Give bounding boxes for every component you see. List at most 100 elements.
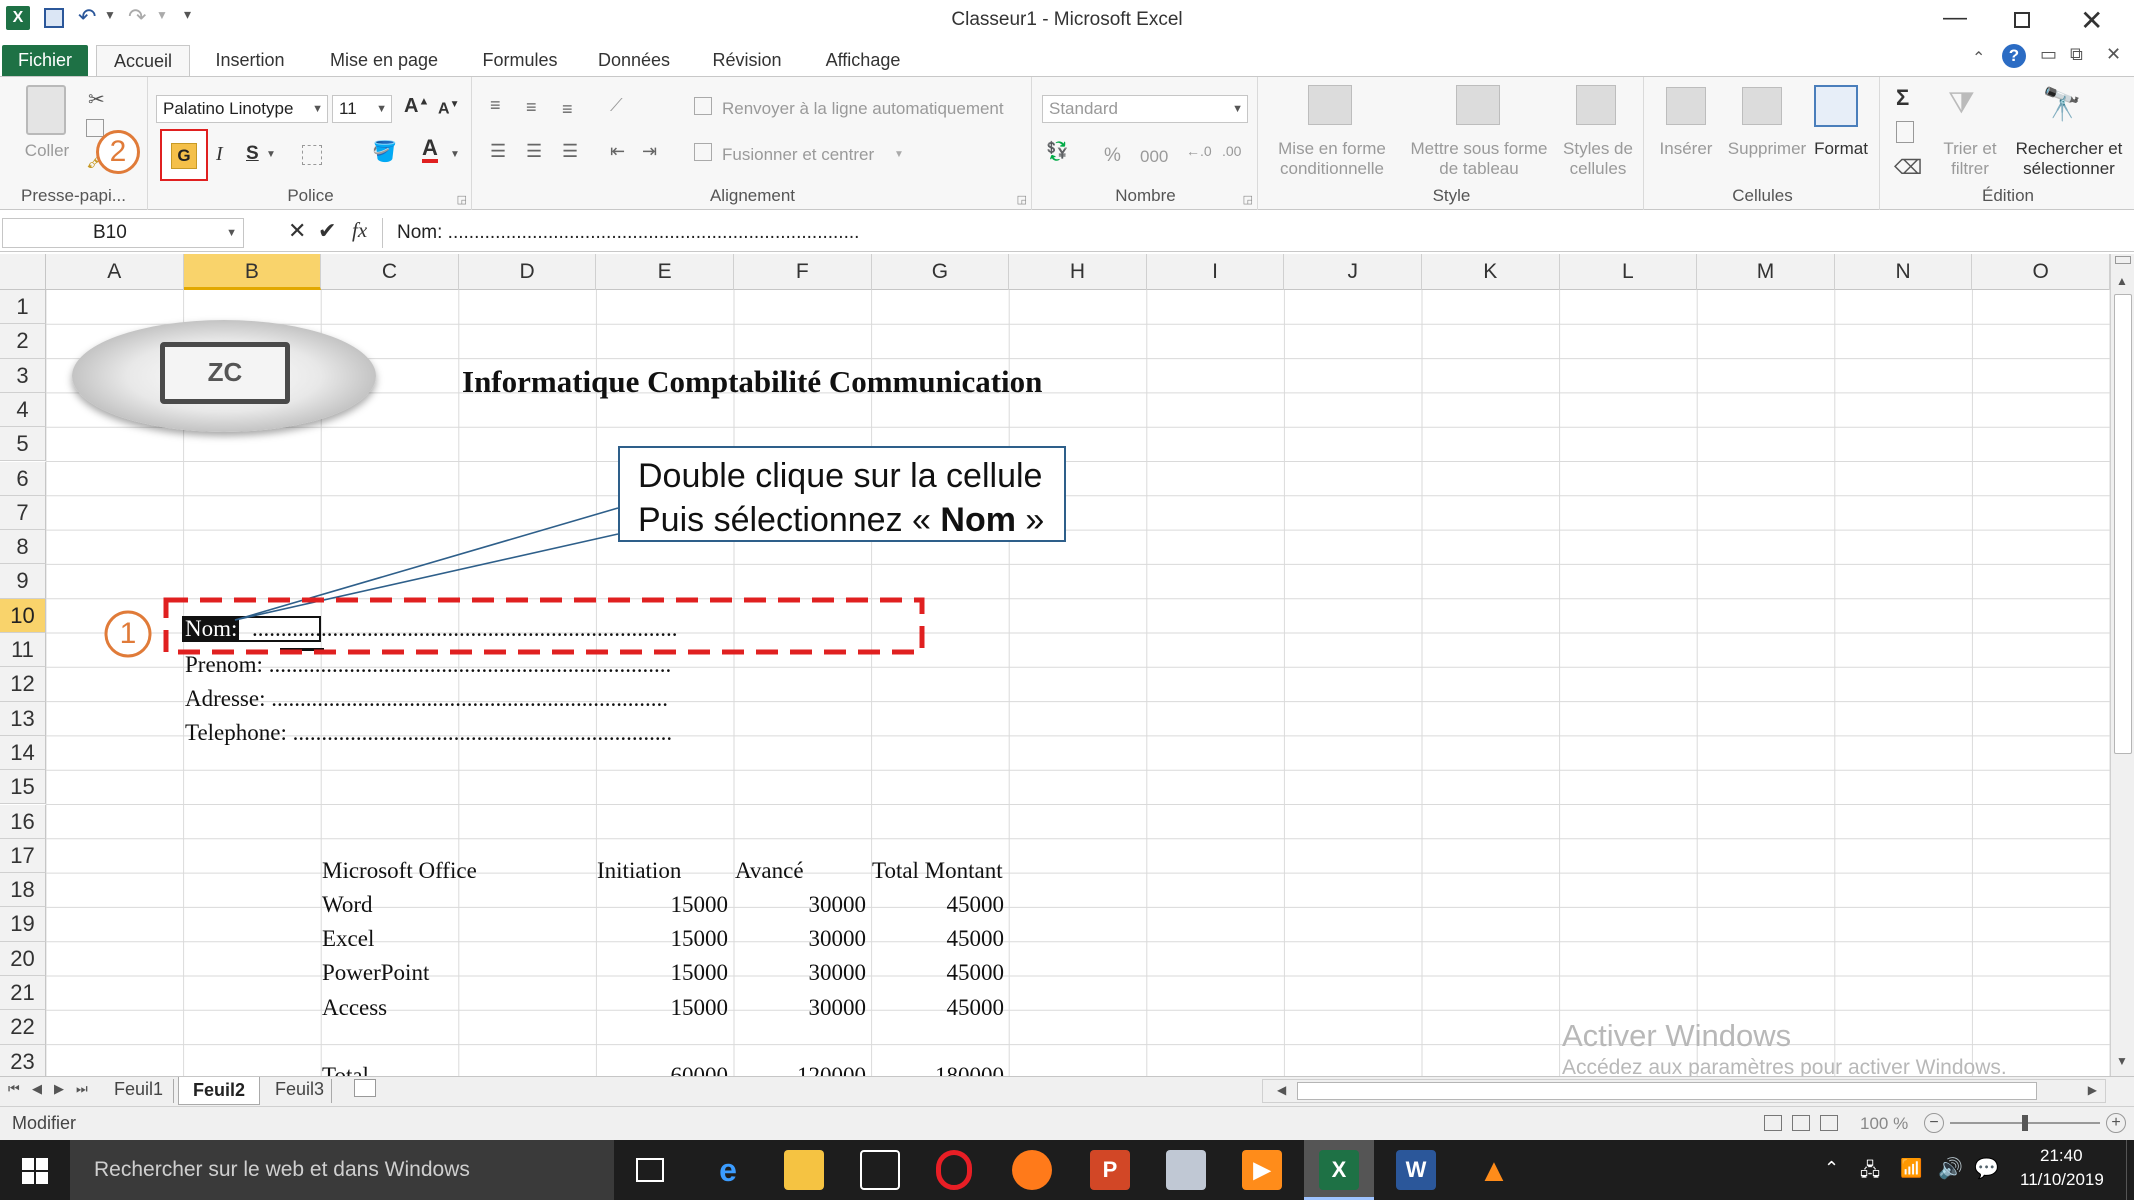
- percent-button[interactable]: %: [1104, 145, 1121, 167]
- last-sheet-icon[interactable]: ⏭: [76, 1081, 88, 1097]
- page-layout-view-icon[interactable]: [1792, 1115, 1810, 1131]
- vlc-icon[interactable]: ▲: [1474, 1150, 1514, 1190]
- merge-center-button[interactable]: Fusionner et centrer: [722, 145, 874, 165]
- network-icon[interactable]: 🖧: [1860, 1158, 1880, 1188]
- scroll-thumb[interactable]: [2114, 294, 2132, 754]
- shrink-font-icon[interactable]: A▼: [438, 99, 459, 118]
- wrap-text-button[interactable]: Renvoyer à la ligne automatiquement: [722, 99, 1004, 119]
- find-select-button[interactable]: Rechercher et sélectionner: [2004, 139, 2134, 179]
- edge-icon[interactable]: e: [708, 1150, 748, 1190]
- horizontal-scrollbar[interactable]: ◀ ▶: [1262, 1079, 2106, 1103]
- font-color-icon[interactable]: A: [422, 137, 438, 163]
- format-cells-button[interactable]: Format: [1806, 139, 1876, 159]
- zoom-slider[interactable]: [1950, 1115, 2100, 1131]
- font-name-dropdown-icon[interactable]: ▼: [312, 96, 323, 122]
- number-format-dropdown-icon[interactable]: ▼: [1232, 96, 1243, 122]
- worksheet-grid[interactable]: 1 2 3 4 5 6 7 8 9 10 11 12 13 14 15 16 17 18 19 20 21 22 23 ZC…: [0, 290, 2110, 1076]
- insert-function-icon[interactable]: fx: [352, 218, 367, 243]
- paste-button[interactable]: Coller: [12, 141, 82, 161]
- fill-color-icon[interactable]: 🪣: [372, 139, 397, 164]
- start-icon[interactable]: [22, 1158, 48, 1184]
- column-header-g[interactable]: G: [872, 254, 1010, 290]
- column-header-o[interactable]: O: [1972, 254, 2110, 290]
- notifications-icon[interactable]: 💬: [1974, 1156, 1999, 1181]
- workbook-close-icon[interactable]: ✕: [2106, 44, 2121, 65]
- media-player-icon[interactable]: ▶: [1242, 1150, 1282, 1190]
- next-sheet-icon[interactable]: ▶: [54, 1081, 64, 1097]
- clock-time[interactable]: 21:40: [2040, 1146, 2083, 1166]
- tray-expand-icon[interactable]: ⌃: [1824, 1158, 1839, 1179]
- name-box-dropdown-icon[interactable]: ▼: [226, 219, 237, 247]
- powerpoint-icon[interactable]: P: [1090, 1150, 1130, 1190]
- sort-filter-button[interactable]: Trier et filtrer: [1932, 139, 2008, 179]
- zoom-level[interactable]: 100 %: [1860, 1114, 1908, 1134]
- page-break-view-icon[interactable]: [1820, 1115, 1838, 1131]
- scroll-down-icon[interactable]: ▼: [2116, 1054, 2128, 1068]
- tab-formules[interactable]: Formules: [468, 45, 572, 77]
- number-dialog-launcher-icon[interactable]: ◲: [1243, 193, 1253, 206]
- tab-insertion[interactable]: Insertion: [200, 45, 300, 77]
- cell-styles-button[interactable]: Styles de cellules: [1556, 139, 1640, 179]
- workbook-restore-icon[interactable]: ⧉: [2070, 44, 2083, 65]
- font-name-box[interactable]: Palatino Linotype ▼: [156, 95, 328, 123]
- tab-fichier[interactable]: Fichier: [2, 45, 88, 77]
- orientation-icon[interactable]: ⟋: [610, 95, 623, 116]
- wifi-icon[interactable]: 📶: [1900, 1158, 1922, 1179]
- prev-sheet-icon[interactable]: ◀: [32, 1081, 42, 1097]
- column-header-j[interactable]: J: [1284, 254, 1422, 290]
- formula-input[interactable]: Nom: ...................................…: [382, 218, 2126, 248]
- italic-button[interactable]: I: [216, 143, 223, 166]
- bold-button[interactable]: G: [160, 129, 208, 181]
- task-view-icon[interactable]: [636, 1158, 664, 1182]
- merge-dropdown-icon[interactable]: ▼: [894, 149, 904, 160]
- fill-icon[interactable]: [1896, 121, 1914, 143]
- scroll-left-icon[interactable]: ◀: [1277, 1083, 1286, 1097]
- tab-affichage[interactable]: Affichage: [810, 45, 916, 77]
- show-desktop-button[interactable]: [2126, 1140, 2134, 1200]
- restore-button[interactable]: [2014, 12, 2030, 28]
- zoom-out-icon[interactable]: −: [1924, 1113, 1944, 1133]
- opera-icon[interactable]: [936, 1150, 972, 1190]
- column-header-i[interactable]: I: [1147, 254, 1285, 290]
- name-box[interactable]: B10 ▼: [2, 218, 244, 248]
- column-header-b[interactable]: B: [183, 254, 322, 290]
- column-header-e[interactable]: E: [596, 254, 734, 290]
- align-right-icon[interactable]: ☰: [562, 141, 578, 162]
- align-left-icon[interactable]: ☰: [490, 141, 506, 162]
- accounting-format-icon[interactable]: 💱: [1046, 141, 1068, 162]
- thousands-button[interactable]: 000: [1140, 147, 1168, 167]
- clear-icon[interactable]: ⌫: [1894, 155, 1922, 180]
- underline-button[interactable]: S: [246, 143, 259, 165]
- insert-sheet-icon[interactable]: [354, 1079, 376, 1097]
- cut-icon[interactable]: ✂: [88, 87, 105, 112]
- font-color-dropdown-icon[interactable]: ▼: [450, 149, 460, 160]
- autosum-icon[interactable]: Σ: [1896, 85, 1909, 111]
- help-icon[interactable]: ?: [2002, 44, 2026, 68]
- align-center-icon[interactable]: ☰: [526, 141, 542, 162]
- number-format-box[interactable]: Standard ▼: [1042, 95, 1248, 123]
- column-header-a[interactable]: A: [46, 254, 184, 290]
- grow-font-icon[interactable]: A▲: [404, 95, 429, 118]
- column-header-f[interactable]: F: [734, 254, 872, 290]
- first-sheet-icon[interactable]: ⏮: [8, 1081, 20, 1097]
- clock-date[interactable]: 11/10/2019: [2020, 1170, 2104, 1190]
- tab-mise-en-page[interactable]: Mise en page: [314, 45, 454, 77]
- column-header-m[interactable]: M: [1697, 254, 1835, 290]
- sheet-tab-feuil2[interactable]: Feuil2: [178, 1077, 260, 1105]
- tab-accueil[interactable]: Accueil: [96, 45, 190, 77]
- workbook-minimize-icon[interactable]: ▭: [2040, 44, 2057, 65]
- firefox-icon[interactable]: [1012, 1150, 1052, 1190]
- cancel-entry-icon[interactable]: ✕: [288, 218, 306, 244]
- pdf-viewer-icon[interactable]: [1166, 1150, 1206, 1190]
- split-handle-icon[interactable]: [2115, 256, 2131, 264]
- scroll-right-icon[interactable]: ▶: [2088, 1083, 2097, 1097]
- alignment-dialog-launcher-icon[interactable]: ◲: [1017, 193, 1027, 206]
- enter-entry-icon[interactable]: ✔: [318, 218, 336, 244]
- column-header-h[interactable]: H: [1009, 254, 1147, 290]
- font-size-box[interactable]: 11 ▼: [332, 95, 392, 123]
- file-explorer-icon[interactable]: [784, 1150, 824, 1190]
- close-button[interactable]: ✕: [2080, 4, 2103, 37]
- taskbar-search-box[interactable]: Rechercher sur le web et dans Windows: [70, 1140, 614, 1200]
- zoom-in-icon[interactable]: +: [2106, 1113, 2126, 1133]
- sheet-tab-feuil3[interactable]: Feuil3: [268, 1079, 332, 1103]
